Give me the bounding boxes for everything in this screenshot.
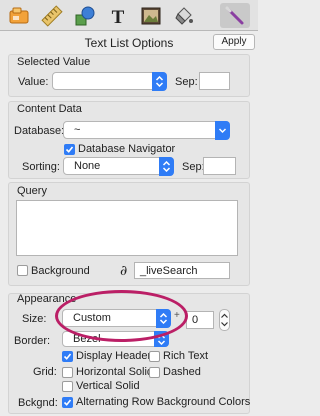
appearance-heading: Appearance [17, 293, 77, 305]
shapes-tool[interactable] [70, 3, 100, 28]
text-tool-icon: T [112, 7, 125, 27]
dashed-checkbox[interactable] [149, 367, 160, 378]
ruler-tool[interactable] [37, 3, 67, 28]
border-label: Border: [14, 335, 51, 347]
alternating-rows-label: Alternating Row Background Colors [76, 396, 251, 408]
card-tool[interactable] [4, 3, 34, 28]
sorting-popup-arrow [159, 157, 174, 176]
vertical-solid-label: Vertical Solid [76, 380, 140, 392]
text-tool[interactable]: T [103, 3, 133, 28]
border-popup-arrow [154, 331, 169, 347]
database-popup-arrow [215, 121, 230, 140]
database-navigator-label: Database Navigator [78, 143, 176, 155]
query-textarea[interactable] [16, 200, 238, 256]
svg-text:T: T [112, 7, 125, 27]
sep-field[interactable] [199, 72, 230, 90]
image-tool[interactable] [136, 3, 166, 28]
rich-text-label: Rich Text [163, 350, 209, 362]
script-icon: ∂ [120, 263, 128, 279]
size-value: Custom [73, 312, 111, 324]
display-header-checkbox[interactable] [62, 351, 73, 362]
chevron-down-icon [218, 128, 227, 134]
chevron-updown-icon [155, 76, 164, 87]
database-navigator-checkbox[interactable] [64, 144, 75, 155]
horizontal-solid-checkbox[interactable] [62, 367, 73, 378]
alternating-rows-checkbox[interactable] [62, 397, 73, 408]
border-value: Bezel [73, 333, 101, 345]
bckgnd-label: Bckgnd: [18, 397, 58, 409]
sorting-sep-label: Sep: [182, 161, 205, 173]
sorting-sep-field[interactable] [203, 157, 236, 175]
border-popup[interactable]: Bezel [62, 331, 169, 347]
vertical-solid-checkbox[interactable] [62, 381, 73, 392]
chevron-updown-icon [157, 333, 166, 345]
sorting-value: None [74, 160, 101, 172]
ruler-icon [41, 4, 63, 27]
card-icon [9, 7, 29, 23]
sorting-label: Sorting: [22, 161, 60, 173]
size-number-field[interactable]: 0 [186, 311, 214, 329]
chevron-updown-icon [162, 161, 171, 172]
stepper-arrows-icon [221, 313, 228, 327]
horizontal-solid-label: Horizontal Solid [76, 366, 154, 378]
content-data-heading: Content Data [17, 103, 82, 115]
checkmark-icon [65, 146, 74, 153]
size-popup[interactable]: Custom [62, 309, 171, 328]
value-popup[interactable] [52, 72, 167, 91]
database-popup[interactable]: ~ [63, 121, 230, 140]
database-label: Database: [14, 125, 65, 137]
toolbar: T [0, 0, 258, 31]
chevron-updown-icon [159, 313, 168, 324]
magic-wand-icon [225, 6, 244, 24]
paint-bucket-icon [175, 6, 193, 25]
rich-text-checkbox[interactable] [149, 351, 160, 362]
query-heading: Query [17, 185, 47, 197]
apply-button[interactable]: Apply [213, 34, 255, 50]
sep-label: Sep: [175, 76, 198, 88]
sorting-popup[interactable]: None [63, 157, 174, 176]
shapes-icon [75, 6, 95, 25]
display-header-label: Display Header [76, 350, 152, 362]
magic-wand-tool[interactable] [220, 3, 250, 28]
value-label: Value: [18, 76, 49, 88]
size-popup-arrow [156, 309, 171, 328]
background-label: Background [31, 265, 90, 277]
database-value: ~ [74, 124, 81, 136]
size-stepper[interactable] [219, 309, 230, 331]
value-popup-arrow [152, 72, 167, 91]
size-label: Size: [22, 313, 47, 325]
paint-bucket-tool[interactable] [169, 3, 199, 28]
dashed-label: Dashed [163, 366, 201, 378]
selected-value-heading: Selected Value [17, 56, 91, 68]
plus-glyph: + [174, 310, 180, 321]
script-field[interactable]: _liveSearch [134, 262, 230, 279]
checkmark-icon [63, 399, 72, 406]
checkmark-icon [63, 353, 72, 360]
grid-label: Grid: [33, 366, 57, 378]
background-checkbox[interactable] [17, 265, 28, 276]
image-icon [141, 7, 161, 24]
